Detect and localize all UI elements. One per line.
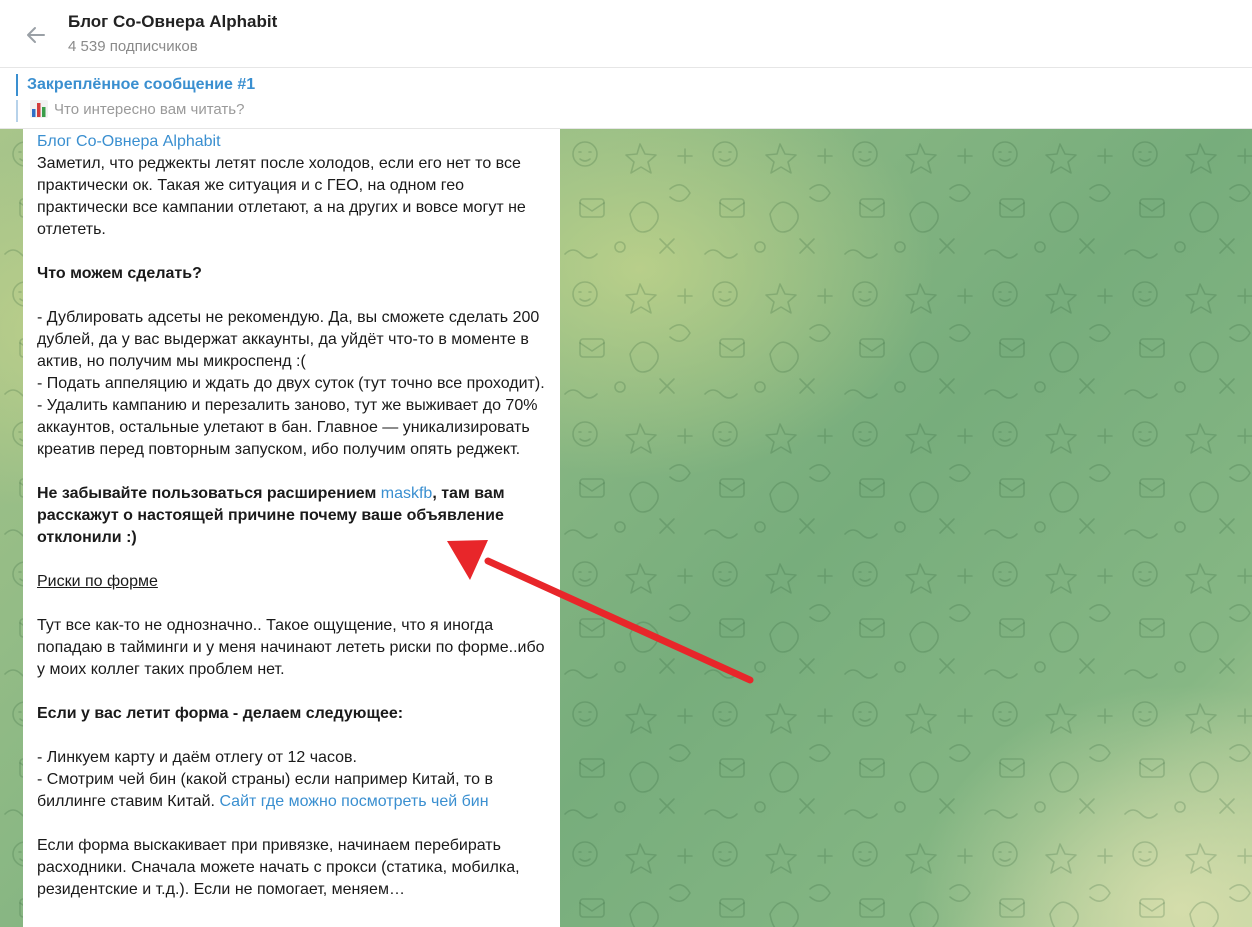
pinned-preview: Что интересно вам читать? (30, 100, 244, 118)
chat-area[interactable]: Блог Со-Овнера Alphabit Заметил, что ред… (0, 129, 1252, 927)
pinned-indicator (16, 74, 18, 122)
post-list-item: - Подать аппеляцию и ждать до двух суток… (37, 375, 545, 392)
arrow-left-icon (27, 27, 45, 43)
post-list-item: - Удалить кампанию и перезалить заново, … (37, 397, 538, 458)
pinned-preview-text: Что интересно вам читать? (54, 100, 245, 118)
subscriber-count: 4 539 подписчиков (68, 38, 198, 55)
post-heading-what-to-do: Что можем сделать? (37, 265, 202, 282)
post-list-item: - Дублировать адсеты не рекомендую. Да, … (37, 309, 540, 370)
post-heading-form-steps: Если у вас летит форма - делаем следующе… (37, 705, 404, 722)
pinned-title: Закреплённое сообщение #1 (27, 76, 256, 93)
back-button[interactable] (18, 17, 54, 53)
bar-chart-icon (30, 100, 48, 118)
post-extension-note: Не забывайте пользоваться расширением ma… (37, 483, 545, 549)
post-paragraph-form-risks: Тут все как-то не однозначно.. Такое ощу… (37, 617, 545, 678)
post-paragraph-intro: Заметил, что реджекты летят после холодо… (37, 155, 526, 238)
post-list-item: - Линкуем карту и даём отлегу от 12 часо… (37, 749, 357, 766)
pinned-message-bar[interactable]: Закреплённое сообщение #1 Что интересно … (0, 68, 1252, 129)
extension-note-prefix: Не забывайте пользоваться расширением (37, 485, 381, 502)
channel-title[interactable]: Блог Со-Овнера Alphabit (68, 12, 277, 32)
post-list-item-bin: - Смотрим чей бин (какой страны) если на… (37, 769, 545, 813)
post-heading-form-risks: Риски по форме (37, 573, 158, 590)
channel-post: Блог Со-Овнера Alphabit Заметил, что ред… (23, 129, 560, 927)
maskfb-link[interactable]: maskfb (381, 485, 433, 502)
bin-lookup-link[interactable]: Сайт где можно посмотреть чей бин (219, 793, 488, 810)
post-author[interactable]: Блог Со-Овнера Alphabit (37, 131, 545, 153)
post-paragraph-consumables: Если форма выскакивает при привязке, нач… (37, 837, 520, 898)
chat-header: Блог Со-Овнера Alphabit 4 539 подписчико… (0, 0, 1252, 68)
